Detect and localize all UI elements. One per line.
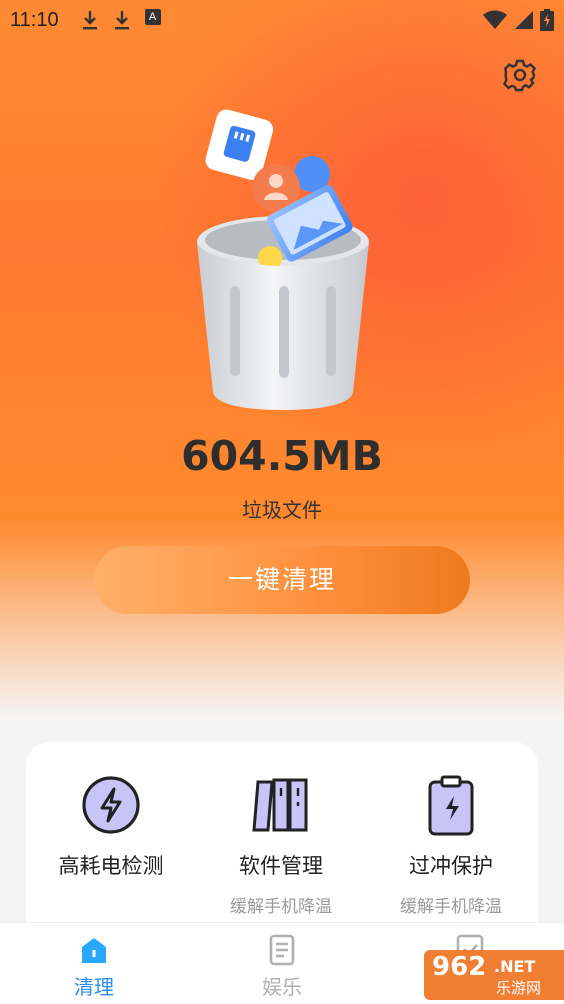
feature-title: 高耗电检测 xyxy=(58,854,164,878)
battery-charging-icon xyxy=(540,9,554,31)
settings-button[interactable] xyxy=(502,58,537,92)
feature-app-manager[interactable]: 软件管理 缓解手机降温 xyxy=(196,774,366,917)
trash-can-illustration xyxy=(197,109,369,410)
tab-clean[interactable]: 清理 xyxy=(34,933,154,1000)
status-notifications: A xyxy=(81,9,161,31)
feature-power-check[interactable]: 高耗电检测 xyxy=(26,774,196,892)
junk-size: 604.5MB xyxy=(181,432,383,480)
status-system-icons xyxy=(482,9,554,31)
home-icon xyxy=(82,938,106,963)
feature-subtitle: 缓解手机降温 xyxy=(230,897,332,917)
status-bar: 11:10 A xyxy=(0,0,564,40)
document-icon xyxy=(269,934,295,966)
battery-clipboard-icon xyxy=(428,775,474,836)
feature-title: 软件管理 xyxy=(239,854,323,878)
watermark-subtitle: 乐游网 xyxy=(496,979,542,997)
one-click-clean-button[interactable]: 一键清理 xyxy=(94,546,470,614)
lightning-circle-icon xyxy=(82,776,140,834)
signal-icon xyxy=(515,11,533,29)
status-time: 11:10 xyxy=(10,8,59,31)
download-icon xyxy=(113,9,131,31)
feature-overcharge-protection[interactable]: 过冲保护 缓解手机降温 xyxy=(366,774,536,917)
tab-entertainment[interactable]: 娱乐 xyxy=(222,933,342,1000)
feature-title: 过冲保护 xyxy=(409,854,493,878)
tab-label: 清理 xyxy=(74,975,114,999)
download-icon xyxy=(81,9,99,31)
books-icon xyxy=(252,778,308,832)
junk-label: 垃圾文件 xyxy=(242,498,322,522)
watermark-suffix: .NET xyxy=(494,957,536,976)
wifi-icon xyxy=(483,10,507,29)
a-badge-icon: A xyxy=(144,9,161,25)
tab-label: 娱乐 xyxy=(262,975,302,999)
watermark-logo: 962 xyxy=(432,952,487,982)
gear-icon xyxy=(502,59,537,92)
feature-subtitle: 缓解手机降温 xyxy=(400,897,502,917)
site-watermark: 962 .NET 乐游网 xyxy=(424,950,564,1000)
